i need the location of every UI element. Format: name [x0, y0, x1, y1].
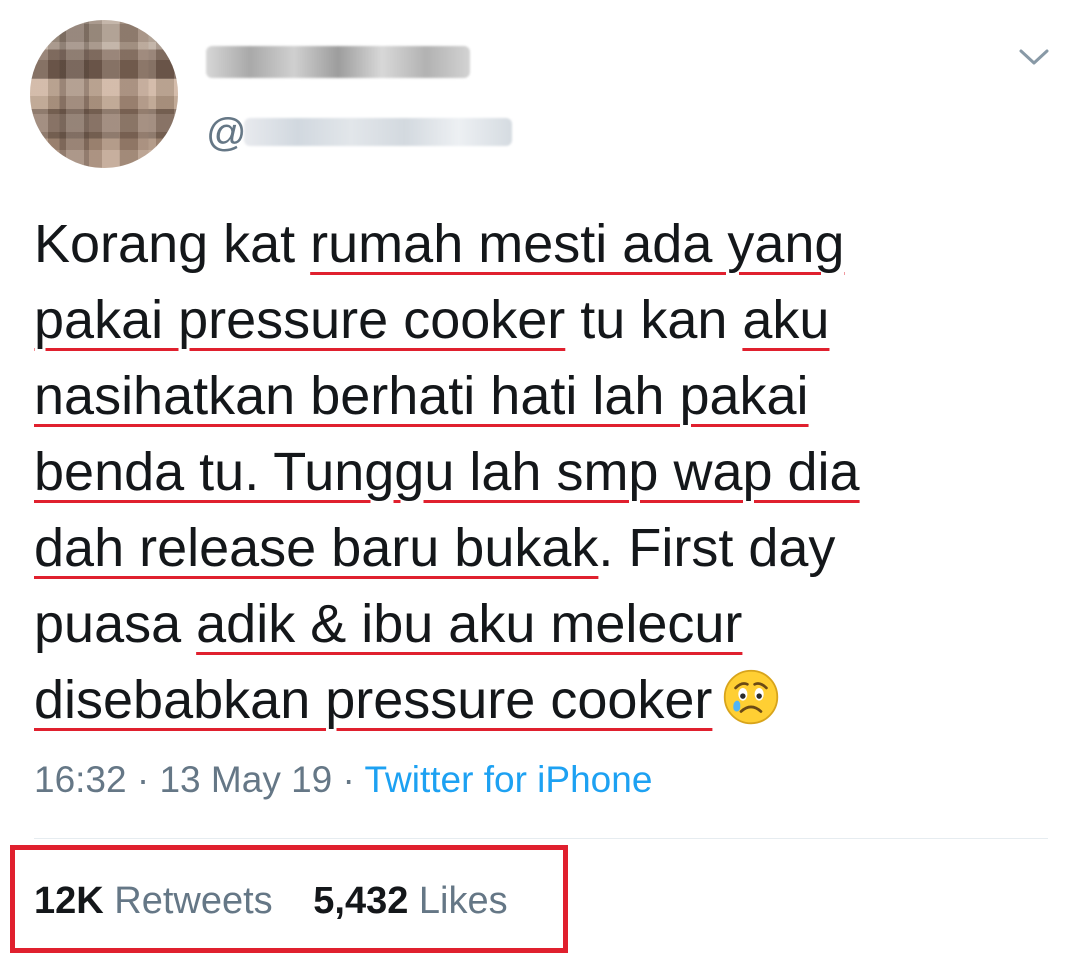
retweets-count[interactable]: 12K	[34, 880, 104, 922]
divider	[34, 838, 1048, 839]
tweet-source-link[interactable]: Twitter for iPhone	[364, 759, 652, 800]
avatar[interactable]	[30, 20, 178, 168]
tweet-text-segment: Korang kat	[34, 214, 311, 274]
separator-dot: ·	[126, 759, 160, 800]
blurred-username[interactable]	[244, 118, 512, 146]
likes-count[interactable]: 5,432	[313, 880, 408, 922]
blurred-display-name[interactable]	[206, 46, 470, 78]
crying-face-icon	[724, 669, 779, 725]
tweet-meta: 16:32 · 13 May 19 · Twitter for iPhone	[34, 755, 652, 805]
tweet-text-segment: tu kan	[565, 290, 743, 350]
retweets-label[interactable]: Retweets	[114, 880, 272, 922]
tweet-time[interactable]: 16:32	[34, 759, 127, 800]
tweet-stats: 12K Retweets 5,432 Likes	[34, 876, 508, 926]
tweet-date[interactable]: 13 May 19	[159, 759, 332, 800]
handle-prefix: @	[206, 111, 247, 155]
likes-label[interactable]: Likes	[419, 880, 508, 922]
tweet-text: Korang kat rumah mesti ada yang pakai pr…	[34, 206, 964, 738]
separator-dot: ·	[332, 759, 365, 800]
chevron-down-icon[interactable]	[1018, 47, 1050, 67]
